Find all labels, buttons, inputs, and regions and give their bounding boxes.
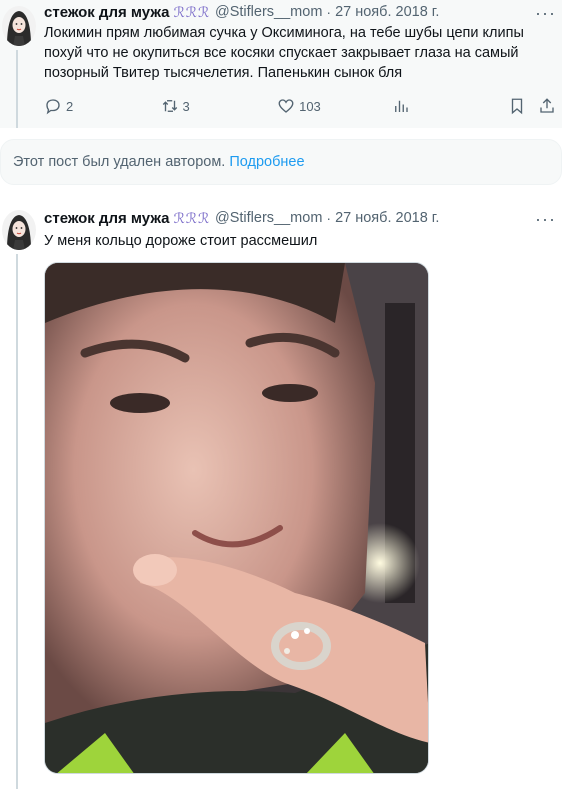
thread-line bbox=[16, 254, 18, 789]
tweet-header: стежок для мужа ℛℛℛ @Stiflers__mom · 27 … bbox=[44, 2, 562, 22]
more-options-icon[interactable]: ··· bbox=[535, 210, 556, 228]
deleted-post-notice: Этот пост был удален автором. Подробнее bbox=[0, 139, 562, 185]
selfie-photo bbox=[45, 263, 428, 773]
avatar[interactable] bbox=[2, 210, 36, 250]
like-icon bbox=[278, 99, 294, 113]
separator-dot: · bbox=[326, 4, 332, 20]
like-button[interactable]: 103 bbox=[277, 97, 392, 115]
author-name[interactable]: стежок для мужа bbox=[44, 210, 170, 227]
share-icon bbox=[540, 98, 554, 113]
more-options-icon[interactable]: ··· bbox=[535, 4, 556, 22]
share-button[interactable] bbox=[538, 97, 562, 115]
reply-icon bbox=[46, 99, 60, 115]
tweet-date[interactable]: 27 нояб. 2018 г. bbox=[335, 210, 439, 226]
deleted-post-text: Этот пост был удален автором. bbox=[13, 154, 226, 170]
author-name[interactable]: стежок для мужа bbox=[44, 4, 170, 21]
author-emoji: ℛℛℛ bbox=[173, 3, 211, 20]
retweet-button[interactable]: 3 bbox=[161, 97, 278, 115]
bookmark-icon bbox=[512, 98, 523, 115]
author-emoji: ℛℛℛ bbox=[173, 209, 211, 226]
tweet-date[interactable]: 27 нояб. 2018 г. bbox=[335, 4, 439, 20]
tweet-header: стежок для мужа ℛℛℛ @Stiflers__mom · 27 … bbox=[44, 208, 562, 228]
retweet-icon bbox=[162, 100, 177, 112]
reply-button[interactable]: 2 bbox=[44, 97, 161, 115]
views-icon bbox=[394, 100, 408, 112]
thread-line bbox=[16, 50, 18, 128]
learn-more-link[interactable]: Подробнее bbox=[229, 154, 304, 170]
author-handle[interactable]: @Stiflers__mom bbox=[215, 4, 322, 20]
retweet-count: 3 bbox=[182, 98, 190, 114]
avatar[interactable] bbox=[2, 6, 36, 46]
bookmark-button[interactable] bbox=[508, 97, 538, 115]
tweet-actions: 2 3 103 bbox=[44, 94, 562, 118]
tweet-photo[interactable] bbox=[44, 262, 429, 774]
tweet-1[interactable]: стежок для мужа ℛℛℛ @Stiflers__mom · 27 … bbox=[0, 0, 562, 128]
reply-count: 2 bbox=[66, 98, 74, 114]
views-button[interactable] bbox=[392, 97, 509, 115]
like-count: 103 bbox=[299, 98, 321, 114]
tweet-text: У меня кольцо дороже стоит рассмешил bbox=[44, 233, 318, 249]
author-handle[interactable]: @Stiflers__mom bbox=[215, 210, 322, 226]
separator-dot: · bbox=[326, 210, 332, 226]
tweet-text: Локимин прям любимая сучка у Оксиминога,… bbox=[44, 25, 524, 81]
